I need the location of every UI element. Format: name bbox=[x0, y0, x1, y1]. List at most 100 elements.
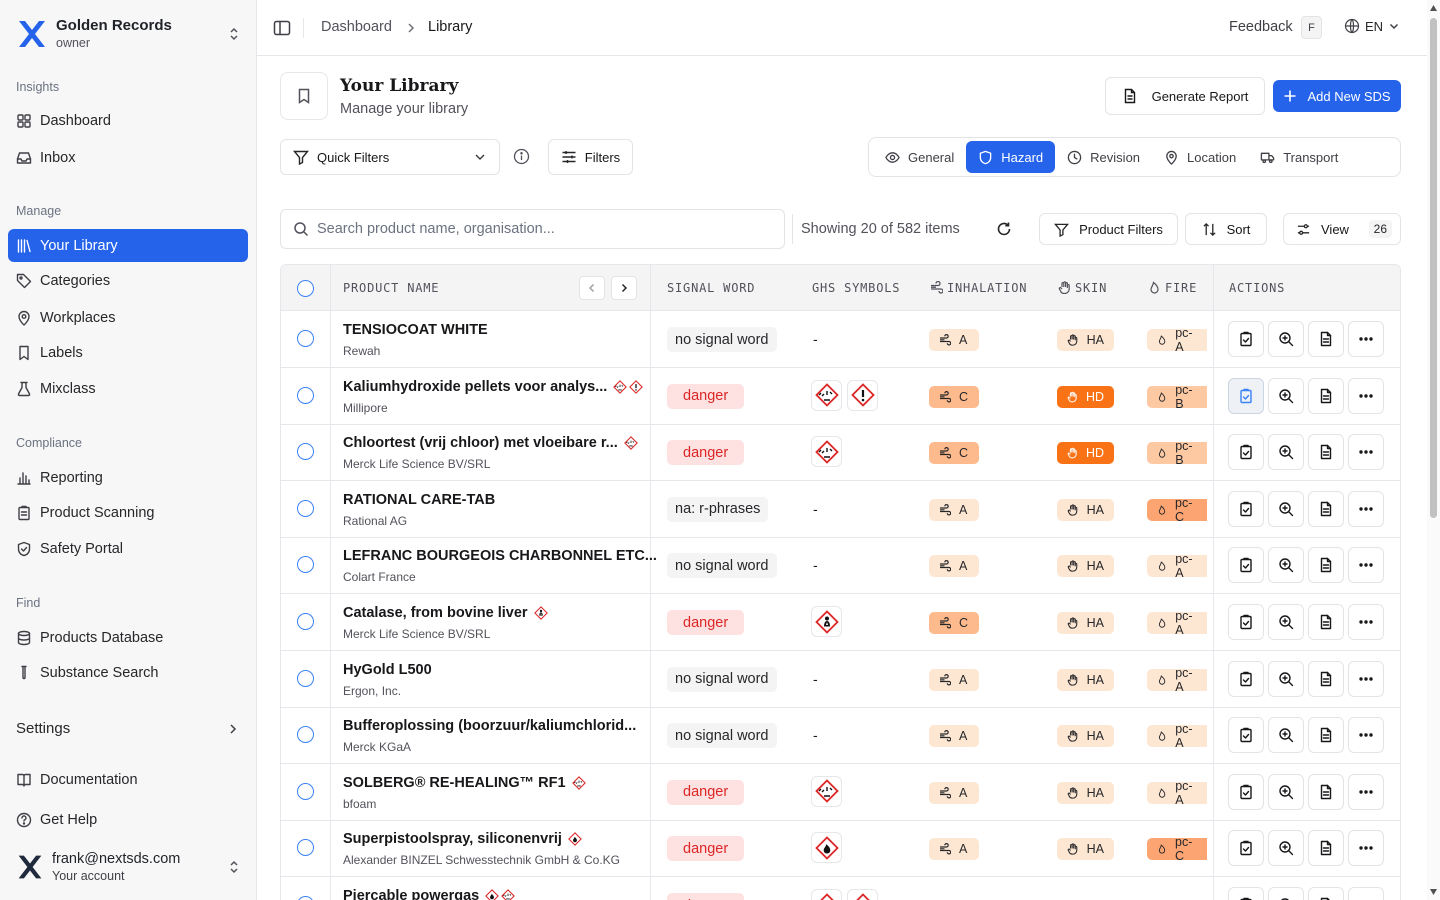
row-checkbox[interactable] bbox=[297, 556, 314, 574]
sidebar-item-products-database[interactable]: Products Database bbox=[8, 621, 248, 654]
row-checkbox[interactable] bbox=[297, 839, 314, 857]
review-button[interactable] bbox=[1228, 434, 1264, 471]
sort-button[interactable]: Sort bbox=[1185, 213, 1267, 245]
inspect-button[interactable] bbox=[1268, 773, 1304, 810]
more-button[interactable] bbox=[1348, 717, 1384, 754]
search-input[interactable] bbox=[317, 221, 757, 237]
table-row[interactable]: LEFRANC BOURGEOIS CHARBONNEL ETC... Colar… bbox=[281, 537, 1400, 595]
breadcrumb-dashboard[interactable]: Dashboard bbox=[321, 19, 392, 35]
open-sds-button[interactable] bbox=[1308, 321, 1344, 357]
review-button[interactable] bbox=[1228, 377, 1264, 414]
product-name-cell[interactable]: TENSIOCOAT WHITE bbox=[343, 322, 488, 338]
sidebar-item-workplaces[interactable]: Workplaces bbox=[8, 301, 248, 334]
table-row[interactable]: Chloortest (vrij chloor) met vloeibare r… bbox=[281, 424, 1400, 482]
info-icon[interactable] bbox=[513, 148, 530, 165]
column-header-signal-word[interactable]: SIGNAL WORD bbox=[667, 281, 755, 295]
product-name-cell[interactable]: Chloortest (vrij chloor) met vloeibare r… bbox=[343, 435, 638, 451]
open-sds-button[interactable] bbox=[1308, 604, 1344, 640]
review-button[interactable] bbox=[1228, 321, 1264, 357]
row-checkbox[interactable] bbox=[297, 782, 314, 800]
sidebar-item-inbox[interactable]: Inbox bbox=[8, 141, 248, 174]
table-row[interactable]: Superpistoolspray, siliconenvrij Alexande… bbox=[281, 820, 1400, 878]
more-button[interactable] bbox=[1348, 321, 1384, 357]
column-header-skin[interactable]: SKIN bbox=[1058, 281, 1107, 295]
review-button[interactable] bbox=[1228, 547, 1264, 584]
review-button[interactable] bbox=[1228, 773, 1264, 810]
select-all-checkbox[interactable] bbox=[297, 280, 314, 297]
open-sds-button[interactable] bbox=[1308, 377, 1344, 414]
sidebar-item-labels[interactable]: Labels bbox=[8, 336, 248, 369]
row-checkbox[interactable] bbox=[297, 443, 314, 461]
open-sds-button[interactable] bbox=[1308, 830, 1344, 867]
open-sds-button[interactable] bbox=[1308, 773, 1344, 810]
product-name-cell[interactable]: Kaliumhydroxide pellets voor analys... bbox=[343, 379, 644, 395]
sidebar-item-substance-search[interactable]: Substance Search bbox=[8, 656, 248, 689]
product-name-cell[interactable]: LEFRANC BOURGEOIS CHARBONNEL ETC... bbox=[343, 548, 657, 564]
org-switcher[interactable]: Golden Records owner bbox=[16, 14, 242, 54]
scroll-columns-right-button[interactable] bbox=[611, 276, 637, 300]
sidebar-item-get-help[interactable]: Get Help bbox=[8, 803, 248, 836]
more-button[interactable] bbox=[1348, 490, 1384, 527]
row-checkbox[interactable] bbox=[297, 726, 314, 744]
refresh-icon[interactable] bbox=[996, 221, 1012, 237]
table-row[interactable]: RATIONAL CARE-TAB Rational AG na: r-phrase… bbox=[281, 481, 1400, 538]
row-checkbox[interactable] bbox=[297, 330, 314, 347]
row-checkbox[interactable] bbox=[297, 669, 314, 687]
column-header-product-name[interactable]: PRODUCT NAME bbox=[343, 281, 439, 295]
column-header-ghs-symbols[interactable]: GHS SYMBOLS bbox=[812, 281, 900, 295]
product-name-cell[interactable]: HyGold L500 bbox=[343, 662, 432, 678]
table-row[interactable]: HyGold L500 Ergon, Inc. no signal word - A HA… bbox=[281, 651, 1400, 708]
tab-location[interactable]: Location bbox=[1152, 141, 1248, 173]
product-name-cell[interactable]: Catalase, from bovine liver bbox=[343, 605, 548, 621]
inspect-button[interactable] bbox=[1268, 434, 1304, 471]
add-new-sds-button[interactable]: Add New SDS bbox=[1273, 80, 1401, 112]
inspect-button[interactable] bbox=[1268, 887, 1304, 900]
scroll-down-icon[interactable] bbox=[1430, 889, 1437, 895]
more-button[interactable] bbox=[1348, 830, 1384, 867]
more-button[interactable] bbox=[1348, 773, 1384, 810]
more-button[interactable] bbox=[1348, 377, 1384, 414]
scroll-columns-left-button[interactable] bbox=[579, 276, 605, 300]
more-button[interactable] bbox=[1348, 887, 1384, 900]
tab-general[interactable]: General bbox=[873, 141, 966, 173]
inspect-button[interactable] bbox=[1268, 717, 1304, 754]
product-name-cell[interactable]: Superpistoolspray, siliconenvrij bbox=[343, 831, 582, 847]
open-sds-button[interactable] bbox=[1308, 887, 1344, 900]
more-button[interactable] bbox=[1348, 660, 1384, 697]
feedback-button[interactable]: Feedback bbox=[1229, 19, 1293, 35]
review-button[interactable] bbox=[1228, 660, 1264, 697]
scroll-up-icon[interactable] bbox=[1430, 5, 1437, 11]
open-sds-button[interactable] bbox=[1308, 717, 1344, 754]
review-button[interactable] bbox=[1228, 490, 1264, 527]
generate-report-button[interactable]: Generate Report bbox=[1105, 77, 1265, 115]
sidebar-item-reporting[interactable]: Reporting bbox=[8, 461, 248, 494]
more-button[interactable] bbox=[1348, 604, 1384, 640]
scrollbar-thumb[interactable] bbox=[1430, 18, 1437, 518]
sidebar-item-your-library[interactable]: Your Library bbox=[8, 229, 248, 262]
inspect-button[interactable] bbox=[1268, 377, 1304, 414]
page-scrollbar[interactable] bbox=[1427, 0, 1440, 900]
sidebar-item-product-scanning[interactable]: Product Scanning bbox=[8, 496, 248, 529]
table-row[interactable]: Catalase, from bovine liver Merck Life Sc… bbox=[281, 594, 1400, 651]
inspect-button[interactable] bbox=[1268, 830, 1304, 867]
inspect-button[interactable] bbox=[1268, 490, 1304, 527]
sidebar-toggle-icon[interactable] bbox=[273, 19, 291, 37]
product-name-cell[interactable]: RATIONAL CARE-TAB bbox=[343, 492, 495, 508]
inspect-button[interactable] bbox=[1268, 321, 1304, 357]
open-sds-button[interactable] bbox=[1308, 660, 1344, 697]
filters-button[interactable]: Filters bbox=[548, 139, 633, 175]
product-name-cell[interactable]: SOLBERG® RE-HEALING™ RF1 bbox=[343, 775, 586, 791]
inspect-button[interactable] bbox=[1268, 547, 1304, 584]
open-sds-button[interactable] bbox=[1308, 434, 1344, 471]
sidebar-item-dashboard[interactable]: Dashboard bbox=[8, 104, 248, 137]
quick-filters-select[interactable]: Quick Filters bbox=[280, 139, 500, 175]
open-sds-button[interactable] bbox=[1308, 547, 1344, 584]
table-row[interactable]: Piercable powergas danger bbox=[281, 877, 1400, 900]
inspect-button[interactable] bbox=[1268, 604, 1304, 640]
open-sds-button[interactable] bbox=[1308, 490, 1344, 527]
more-button[interactable] bbox=[1348, 434, 1384, 471]
sidebar-item-settings[interactable]: Settings bbox=[8, 712, 248, 745]
table-row[interactable]: TENSIOCOAT WHITE Rewah no signal word - A HA p… bbox=[281, 311, 1400, 368]
tab-transport[interactable]: Transport bbox=[1248, 141, 1350, 173]
review-button[interactable] bbox=[1228, 604, 1264, 640]
